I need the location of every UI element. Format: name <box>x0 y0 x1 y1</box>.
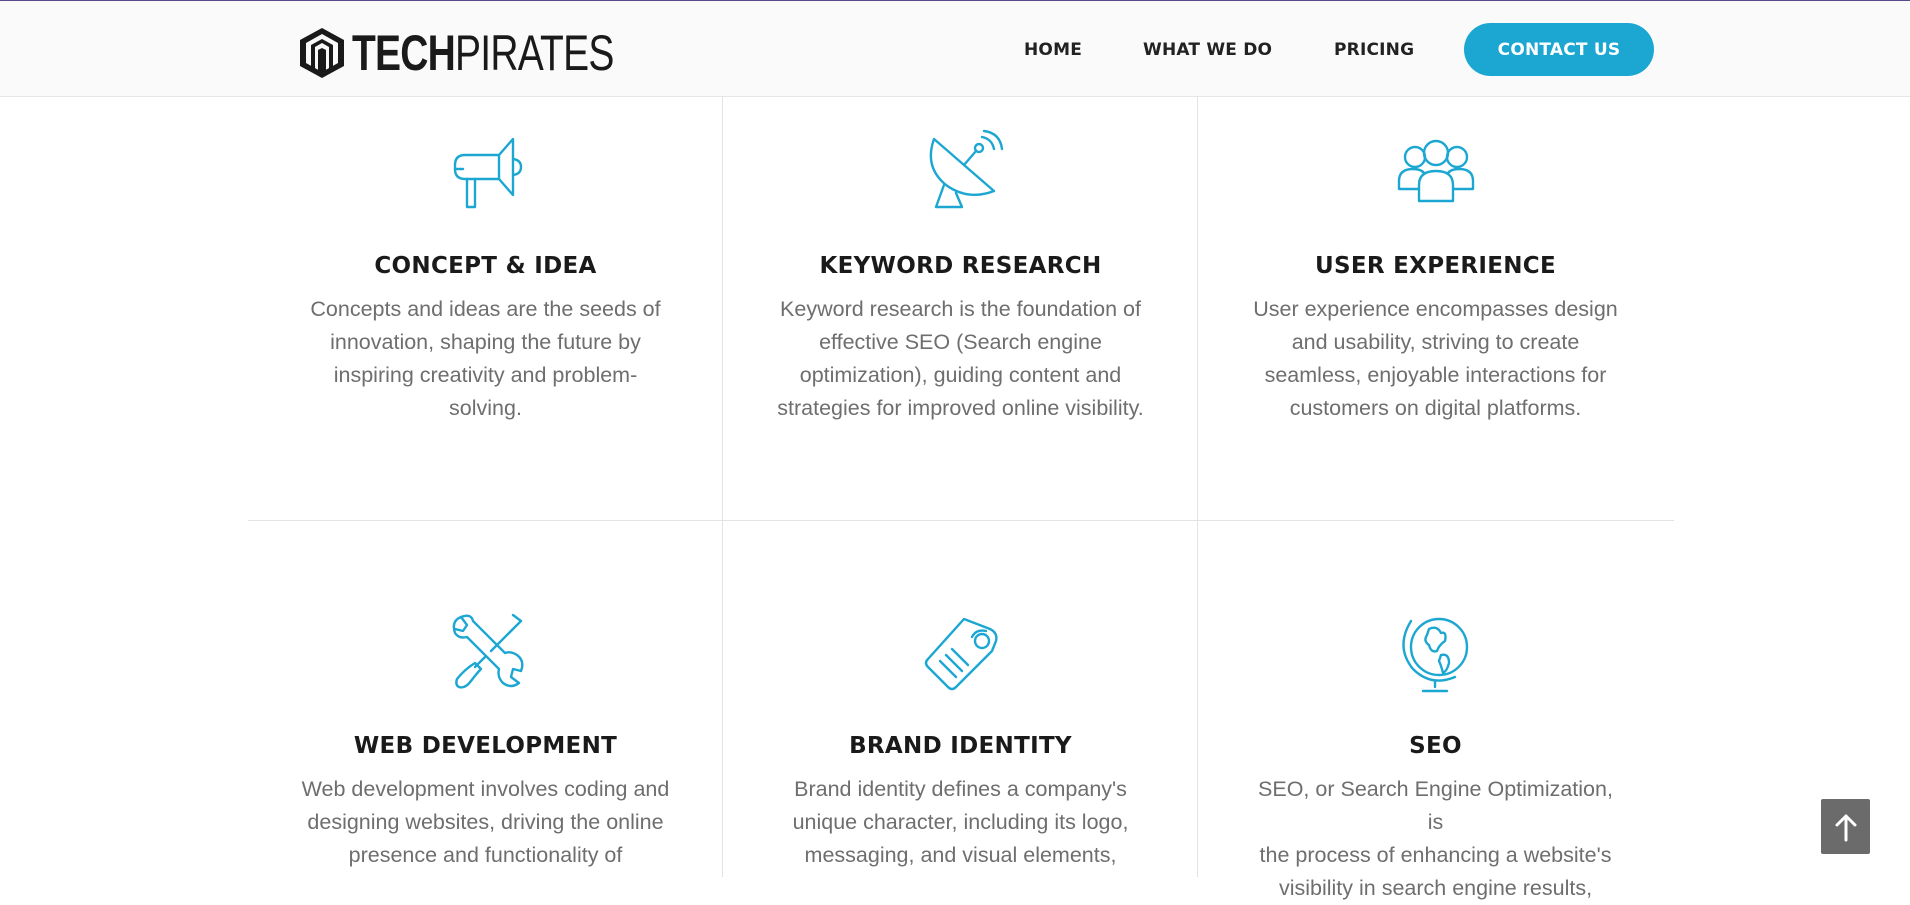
arrow-up-icon <box>1835 814 1856 841</box>
description-line: designing websites, driving the online <box>307 810 664 834</box>
service-description: Brand identity defines a company's uniqu… <box>776 773 1146 872</box>
service-card-seo: SEO SEO, or Search Engine Optimization, … <box>1198 607 1673 905</box>
services-grid: CONCEPT & IDEA Concepts and ideas are th… <box>248 97 1674 900</box>
description-line: Concepts and ideas are the seeds of <box>310 297 661 321</box>
description-line: Keyword research is the foundation of <box>780 297 1141 321</box>
logo-text-light: PIRATES <box>455 25 614 81</box>
description-line: unique character, including its logo, <box>792 810 1129 834</box>
service-title: BRAND IDENTITY <box>849 733 1072 759</box>
nav-pricing-link[interactable]: PRICING <box>1334 40 1414 60</box>
service-card-ux: USER EXPERIENCE User experience encompas… <box>1198 127 1673 425</box>
service-description: Web development involves coding and desi… <box>301 773 671 872</box>
service-card-brand: BRAND IDENTITY Brand identity defines a … <box>723 607 1198 872</box>
description-line: solving. <box>449 396 522 420</box>
scroll-to-top-button[interactable] <box>1821 799 1870 854</box>
logo-text-bold: TECH <box>352 25 456 81</box>
description-line: innovation, shaping the future by <box>330 330 641 354</box>
description-line: presence and functionality of <box>348 843 623 867</box>
description-line: SEO, or Search Engine Optimization, is <box>1258 777 1613 834</box>
description-line: customers on digital platforms. <box>1289 396 1582 420</box>
service-card-keyword: KEYWORD RESEARCH Keyword research is the… <box>723 127 1198 425</box>
description-line: seamless, enjoyable interactions for <box>1264 363 1607 387</box>
service-title: USER EXPERIENCE <box>1314 253 1556 279</box>
contact-us-button[interactable]: CONTACT US <box>1464 23 1654 76</box>
users-group-icon <box>1397 139 1474 203</box>
nav-home-link[interactable]: HOME <box>1024 40 1082 60</box>
description-line: Brand identity defines a company's <box>794 777 1127 801</box>
nav-what-we-do-link[interactable]: WHAT WE DO <box>1143 40 1272 60</box>
price-tag-icon <box>924 617 998 691</box>
megaphone-icon <box>453 137 522 209</box>
site-logo[interactable]: TECHPIRATES <box>298 25 687 81</box>
service-title: WEB DEVELOPMENT <box>353 733 618 759</box>
service-card-webdev: WEB DEVELOPMENT Web development involves… <box>248 607 723 872</box>
description-line: Web development involves coding and <box>301 777 670 801</box>
service-description: User experience encompasses design and u… <box>1251 293 1621 425</box>
description-line: strategies for improved online visibilit… <box>777 396 1144 420</box>
service-title: CONCEPT & IDEA <box>374 253 597 279</box>
wrench-screwdriver-icon <box>452 613 524 689</box>
description-line: and usability, striving to create <box>1291 330 1580 354</box>
service-description: SEO, or Search Engine Optimization, is t… <box>1251 773 1621 905</box>
globe-icon <box>1401 617 1468 693</box>
service-description: Keyword research is the foundation of ef… <box>776 293 1146 425</box>
description-line: messaging, and visual elements, <box>804 843 1117 867</box>
satellite-dish-icon <box>929 129 1003 209</box>
service-title: KEYWORD RESEARCH <box>819 253 1102 279</box>
site-header: TECHPIRATES HOME WHAT WE DO PRICING CONT… <box>0 1 1910 97</box>
logo-wordmark: TECHPIRATES <box>352 28 614 78</box>
service-card-concept: CONCEPT & IDEA Concepts and ideas are th… <box>248 127 723 425</box>
row-divider <box>248 520 1674 521</box>
description-line: optimization), guiding content and <box>799 363 1122 387</box>
description-line: the process of enhancing a website's <box>1259 843 1612 867</box>
service-title: SEO <box>1409 733 1462 759</box>
description-line: User experience encompasses design <box>1253 297 1618 321</box>
service-description: Concepts and ideas are the seeds of inno… <box>301 293 671 425</box>
description-line: effective SEO (Search engine <box>819 330 1102 354</box>
description-line: inspiring creativity and problem- <box>333 363 638 387</box>
striped-shield-logo-icon <box>300 28 344 78</box>
